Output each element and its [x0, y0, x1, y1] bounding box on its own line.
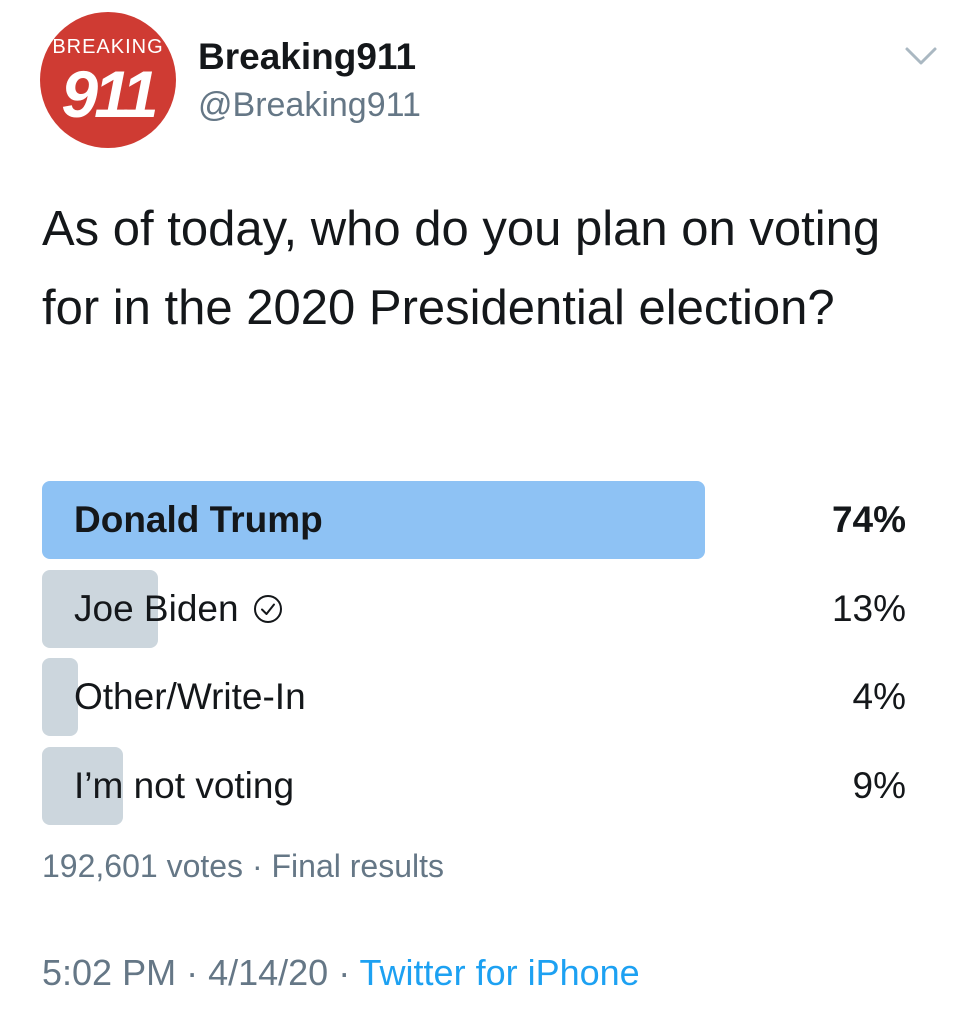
poll-option-label: I’m not voting [74, 747, 294, 825]
tweet-source-link[interactable]: Twitter for iPhone [360, 952, 640, 993]
meta-separator: · [243, 848, 272, 884]
avatar-logo-number: 911 [61, 57, 158, 131]
poll-option[interactable]: I’m not voting 9% [42, 747, 910, 825]
poll-option-label-text: Other/Write-In [74, 676, 306, 717]
poll-option-label: Other/Write-In [74, 658, 306, 736]
meta-separator: · [176, 952, 209, 993]
tweet-date[interactable]: 4/14/20 [208, 952, 328, 993]
tweet-card: BREAKING 911 Breaking911 @Breaking911 As… [0, 0, 978, 1024]
poll-option-percent: 9% [852, 765, 906, 806]
poll-vote-count: 192,601 votes [42, 848, 244, 884]
chevron-down-icon[interactable] [904, 44, 938, 68]
poll-summary: 192,601 votes · Final results [42, 848, 444, 885]
avatar[interactable]: BREAKING 911 [40, 12, 176, 148]
poll-option[interactable]: Joe Biden 13% [42, 570, 910, 648]
tweet-time[interactable]: 5:02 PM [42, 952, 176, 993]
tweet-text: As of today, who do you plan on voting f… [42, 202, 881, 335]
author-display-name[interactable]: Breaking911 [198, 36, 416, 78]
poll-result-bar [42, 658, 78, 736]
poll-option-label-text: I’m not voting [74, 765, 295, 806]
poll-option[interactable]: Other/Write-In 4% [42, 658, 910, 736]
poll-option-percent: 74% [831, 499, 906, 540]
poll-status: Final results [271, 848, 444, 884]
meta-separator: · [328, 952, 360, 993]
poll-option-label-text: Joe Biden [74, 588, 239, 629]
poll-option-percent: 4% [852, 676, 906, 717]
poll-option[interactable]: Donald Trump 74% [42, 481, 910, 559]
poll-option-label: Donald Trump [74, 481, 323, 559]
poll-option-label: Joe Biden [74, 570, 283, 648]
poll-option-label-text: Donald Trump [74, 499, 323, 540]
tweet-timestamp: 5:02 PM · 4/14/20 · Twitter for iPhone [42, 952, 640, 994]
check-circle-icon [253, 595, 282, 623]
author-handle[interactable]: @Breaking911 [198, 86, 421, 125]
poll-option-percent: 13% [831, 588, 906, 629]
